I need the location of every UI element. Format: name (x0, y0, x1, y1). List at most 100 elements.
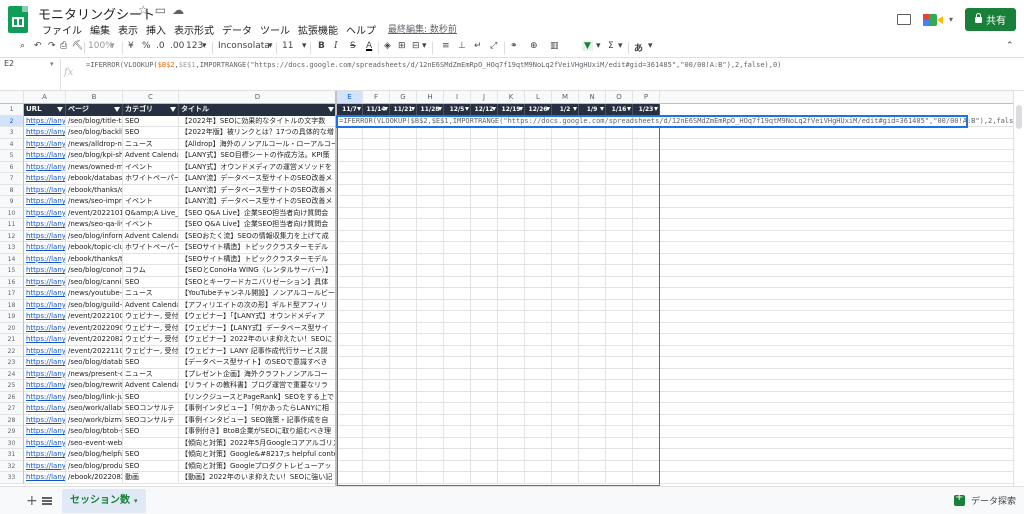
horizontal-align-icon[interactable]: ≡ (442, 41, 450, 51)
cell-empty[interactable] (660, 208, 1013, 219)
cell-title[interactable]: 【傾向と対策】2022年5月Googleコアアルゴリズ (179, 437, 337, 449)
cell-title[interactable]: 【SEO Q&A Live】企業SEO担当者向け質問会 (179, 219, 337, 231)
text-color-button[interactable]: A (366, 41, 372, 51)
column-header-h[interactable]: H (417, 91, 444, 104)
cell-page[interactable]: /ebook/database (66, 173, 123, 185)
column-header-k[interactable]: K (498, 91, 525, 104)
cell-category[interactable]: ニュース (123, 368, 179, 380)
cell-title[interactable]: 【SEOおたく流】SEOの情報収集力を上げて成 (179, 230, 337, 242)
select-all-corner[interactable] (0, 91, 24, 104)
menu-help[interactable]: ヘルプ (342, 22, 380, 37)
cell-category[interactable]: Q&amp;A Live_ (123, 207, 179, 219)
cell-category[interactable]: イベント (123, 196, 179, 208)
decrease-decimal-button[interactable]: .0 (156, 41, 165, 51)
cell-page[interactable]: /ebook/2022082 (66, 472, 123, 484)
cell-page[interactable]: /news/seo-impro (66, 196, 123, 208)
cell-empty[interactable] (660, 219, 1013, 231)
cell-category[interactable]: SEO (123, 127, 179, 139)
cell-page[interactable]: /seo/blog/link-jui (66, 391, 123, 403)
print-icon[interactable]: ⎙ (60, 41, 67, 51)
cell-url[interactable]: https://lany.c (24, 368, 66, 380)
cell-category[interactable]: SEO (123, 276, 179, 288)
cell-category[interactable]: SEO (123, 460, 179, 472)
cell-category[interactable]: SEOコンサルテ (123, 414, 179, 426)
comment-history-icon[interactable] (896, 14, 911, 25)
cell-url[interactable]: https://lany.c (24, 138, 66, 150)
font-select[interactable]: Inconsolata (218, 41, 270, 51)
cell-category[interactable]: Advent Calendar (123, 380, 179, 392)
cell-page[interactable]: /news/seo-qa-liv (66, 219, 123, 231)
cell-category[interactable] (123, 184, 179, 196)
cell-page[interactable]: /seo/blog/produc (66, 460, 123, 472)
row-header[interactable]: 7 (0, 173, 24, 185)
cell-empty[interactable] (660, 472, 1013, 484)
menu-extensions[interactable]: 拡張機能 (294, 22, 342, 37)
column-header-i[interactable]: I (444, 91, 471, 104)
cell-empty[interactable] (660, 392, 1013, 403)
cell-url[interactable]: https://lany.c (24, 161, 66, 173)
cell-category[interactable]: Advent Calendar (123, 150, 179, 162)
cell-empty[interactable] (660, 288, 1013, 300)
text-rotate-icon[interactable]: ⤢ (490, 41, 497, 51)
cell-title[interactable]: 【LANY流】データベース型サイトのSEO改善メ (179, 173, 337, 185)
column-header-c[interactable]: C (123, 91, 179, 104)
cell-page[interactable]: /news/alldrop-no (66, 138, 123, 150)
filter-dropdown-icon[interactable] (573, 107, 577, 111)
cell-title[interactable]: 【傾向と対策】Google&#8217;s helpful content (179, 449, 337, 461)
cell-page[interactable]: /seo/blog/rewrite (66, 380, 123, 392)
column-header-a[interactable]: A (24, 91, 66, 104)
cell-title[interactable]: 【ウェビナー】LANY 記事作成代行サービス説 (179, 345, 337, 357)
row-header[interactable]: 24 (0, 368, 24, 380)
row-header[interactable]: 33 (0, 472, 24, 484)
title-icons[interactable]: ☆▭☁ (138, 3, 190, 17)
cell-category[interactable]: ニュース (123, 138, 179, 150)
cell-url[interactable]: https://lany.c (24, 345, 66, 357)
cell-title[interactable]: 【プレゼント企画】海外クラフトノンアルコー (179, 368, 337, 380)
cell-category[interactable]: コラム (123, 265, 179, 277)
row-header[interactable]: 22 (0, 345, 24, 357)
cell-url[interactable]: https://lany.c (24, 311, 66, 323)
cell-category[interactable]: SEO (123, 426, 179, 438)
cell-empty[interactable] (660, 196, 1013, 208)
row-header[interactable]: 6 (0, 161, 24, 173)
cell-title[interactable]: 【事例付き】BtoB企業がSEOに取り組むべき理 (179, 426, 337, 438)
chevron-down-icon[interactable]: ▾ (302, 41, 307, 51)
sheets-logo-icon[interactable] (8, 6, 28, 33)
cell-url[interactable]: https://lany.c (24, 460, 66, 472)
chevron-down-icon[interactable]: ▾ (110, 41, 115, 51)
row-header[interactable]: 31 (0, 449, 24, 461)
filter-dropdown-icon[interactable] (627, 107, 631, 111)
insert-chart-icon[interactable]: ▥ (550, 41, 559, 51)
cell-category[interactable]: ウェビナー, 受付 (123, 334, 179, 346)
column-header-e[interactable]: E (337, 91, 363, 104)
column-header-g[interactable]: G (390, 91, 417, 104)
header-url[interactable]: URL (24, 104, 66, 116)
row-header[interactable]: 10 (0, 207, 24, 219)
star-icon[interactable]: ☆ (138, 3, 155, 17)
menu-insert[interactable]: 挿入 (142, 22, 170, 37)
cell-url[interactable]: https://lany.c (24, 426, 66, 438)
vertical-align-icon[interactable]: ⊥ (458, 41, 466, 51)
chevron-down-icon[interactable]: ▾ (422, 41, 427, 51)
cell-page[interactable]: /seo/blog/cannib (66, 276, 123, 288)
cell-page[interactable]: /seo/blog/conoh (66, 265, 123, 277)
cell-url[interactable]: https://lany.c (24, 322, 66, 334)
cell-empty[interactable] (660, 380, 1013, 392)
cell-title[interactable]: 【事例インタビュー】SEO施策・記事作成を自 (179, 414, 337, 426)
row-header[interactable]: 2 (0, 115, 24, 127)
row-header[interactable]: 9 (0, 196, 24, 208)
row-header[interactable]: 4 (0, 138, 24, 150)
cell-empty[interactable] (660, 438, 1013, 449)
column-header-p[interactable]: P (633, 91, 660, 104)
cell-page[interactable]: /seo/blog/backlink (66, 127, 123, 139)
sheet-tab-sessions[interactable]: セッション数 ▾ (62, 489, 146, 513)
chevron-down-icon[interactable]: ▾ (268, 41, 273, 51)
add-sheet-icon[interactable]: + (26, 493, 38, 509)
undo-icon[interactable]: ↶ (34, 41, 42, 51)
cell-page[interactable]: /seo-event-webi (66, 437, 123, 449)
move-folder-icon[interactable]: ▭ (155, 3, 172, 17)
cell-empty[interactable] (660, 369, 1013, 380)
filter-dropdown-icon[interactable] (546, 107, 550, 111)
cell-page[interactable]: /event/2022101 (66, 207, 123, 219)
cell-url[interactable]: https://lany.c (24, 127, 66, 139)
